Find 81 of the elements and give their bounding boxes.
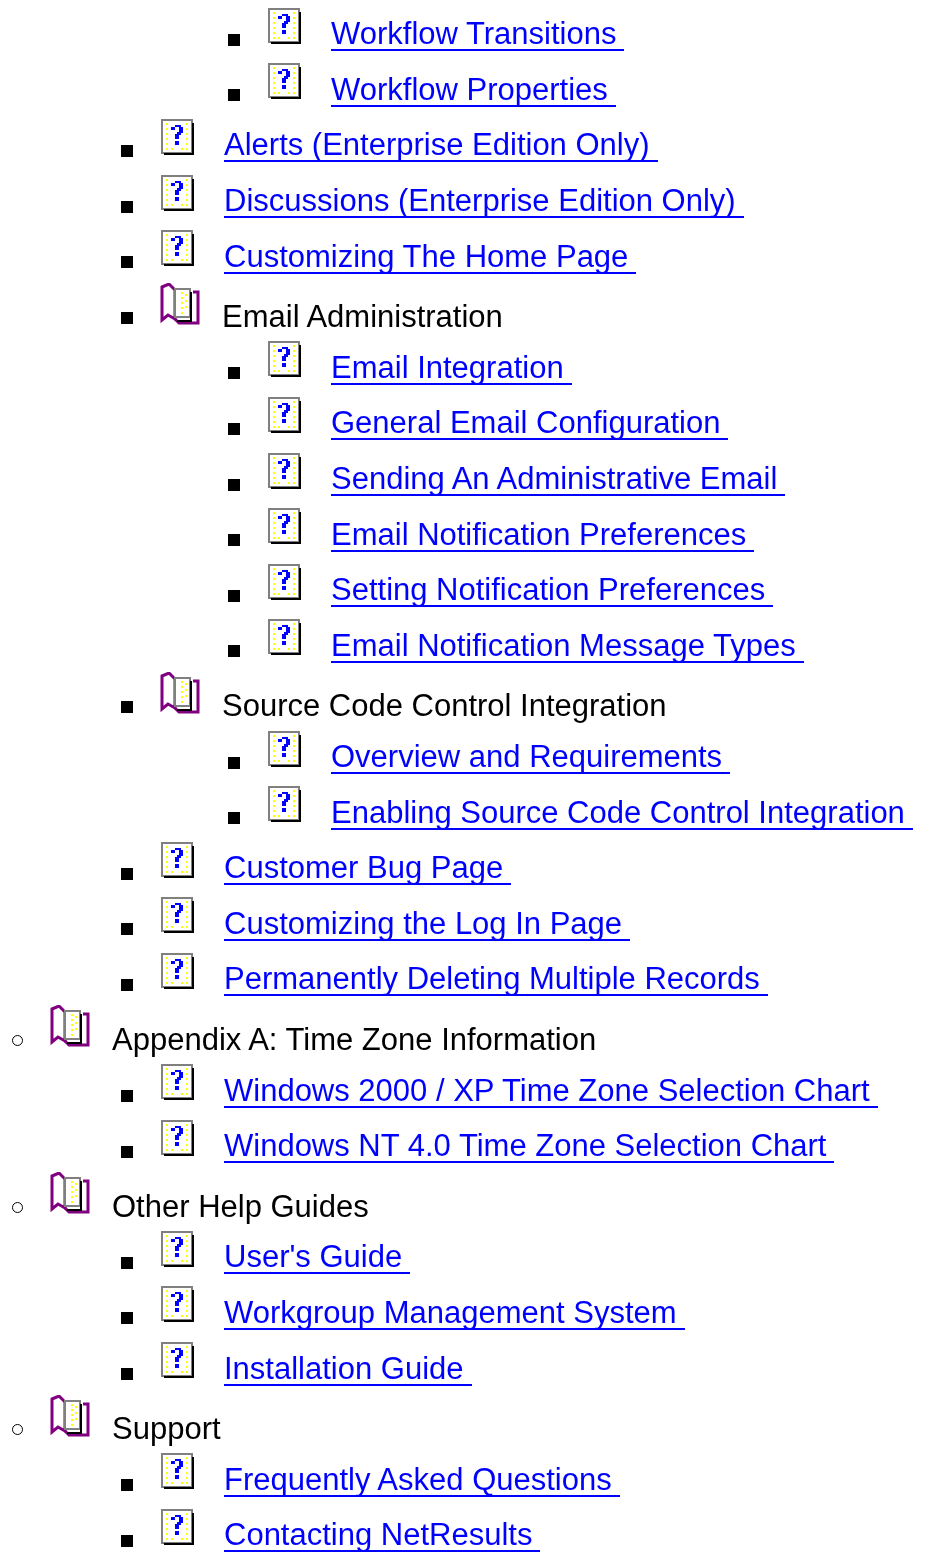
help-page-icon[interactable] bbox=[268, 786, 302, 823]
help-topic-link[interactable]: Frequently Asked Questions bbox=[224, 1463, 620, 1497]
help-topic-link[interactable]: Sending An Administrative Email bbox=[331, 463, 786, 497]
book-title: Support bbox=[112, 1413, 221, 1445]
bullet-icon bbox=[228, 756, 240, 769]
bullet-icon bbox=[121, 256, 133, 269]
help-page-icon[interactable] bbox=[268, 730, 302, 767]
help-page-icon[interactable] bbox=[268, 7, 302, 44]
book-title: Appendix A: Time Zone Information bbox=[112, 1024, 597, 1055]
help-topic-link[interactable]: Installation Guide bbox=[224, 1352, 472, 1386]
help-page-icon[interactable] bbox=[161, 174, 195, 211]
help-topic-link[interactable]: Windows 2000 / XP Time Zone Selection Chart bbox=[224, 1074, 878, 1108]
help-page-icon[interactable] bbox=[268, 341, 302, 378]
help-topic-link[interactable]: General Email Configuration bbox=[331, 407, 729, 441]
help-page-icon[interactable] bbox=[268, 396, 302, 433]
bullet-icon bbox=[228, 478, 240, 491]
bullet-icon bbox=[121, 1090, 133, 1103]
help-page-icon[interactable] bbox=[161, 841, 195, 878]
bullet-icon bbox=[228, 422, 240, 435]
bullet-icon bbox=[121, 1368, 133, 1381]
help-page-icon[interactable] bbox=[161, 1342, 195, 1379]
help-topic-link[interactable]: Workflow Properties bbox=[331, 73, 616, 107]
book-icon[interactable] bbox=[49, 1005, 91, 1048]
bullet-icon bbox=[228, 33, 240, 46]
bullet-icon bbox=[121, 700, 133, 713]
help-topic-link[interactable]: Customizing the Log In Page bbox=[224, 907, 631, 941]
book-title: Email Administration bbox=[222, 301, 503, 333]
help-page-icon[interactable] bbox=[161, 1230, 195, 1267]
bullet-icon bbox=[121, 1479, 133, 1492]
book-icon[interactable] bbox=[159, 282, 201, 325]
book-icon[interactable] bbox=[49, 1172, 91, 1215]
help-page-icon[interactable] bbox=[161, 119, 195, 155]
bullet-icon bbox=[228, 589, 240, 602]
book-title: Other Help Guides bbox=[112, 1190, 369, 1222]
bullet-icon bbox=[228, 812, 240, 825]
help-topic-link[interactable]: Setting Notification Preferences bbox=[331, 574, 774, 608]
help-topic-link[interactable]: User's Guide bbox=[224, 1241, 411, 1275]
help-page-icon[interactable] bbox=[161, 230, 195, 267]
help-topic-link[interactable]: Windows NT 4.0 Time Zone Selection Chart bbox=[224, 1130, 835, 1164]
help-page-icon[interactable] bbox=[161, 1119, 195, 1156]
help-topic-link[interactable]: Alerts (Enterprise Edition Only) bbox=[224, 129, 658, 163]
help-topic-link[interactable]: Permanently Deleting Multiple Records bbox=[224, 963, 768, 997]
help-page-icon[interactable] bbox=[268, 619, 302, 656]
help-page-icon[interactable] bbox=[161, 1453, 195, 1490]
bullet-icon bbox=[121, 145, 133, 157]
help-topic-link[interactable]: Discussions (Enterprise Edition Only) bbox=[224, 185, 744, 219]
bullet-icon bbox=[121, 923, 133, 936]
help-page-icon[interactable] bbox=[161, 897, 195, 934]
bullet-icon bbox=[228, 645, 240, 658]
bullet-icon bbox=[121, 1256, 133, 1269]
help-topic-link[interactable]: Email Integration bbox=[331, 351, 572, 385]
bullet-icon bbox=[121, 978, 133, 991]
help-topic-link[interactable]: Email Notification Preferences bbox=[331, 518, 755, 552]
help-topic-link[interactable]: Contacting NetResults bbox=[224, 1519, 541, 1553]
help-topic-link[interactable]: Email Notification Message Types bbox=[331, 629, 804, 663]
book-icon[interactable] bbox=[159, 671, 201, 714]
book-icon[interactable] bbox=[49, 1394, 91, 1437]
bullet-icon bbox=[228, 367, 240, 380]
help-page-icon[interactable] bbox=[268, 508, 302, 545]
help-topic-link[interactable]: Workgroup Management System bbox=[224, 1296, 685, 1330]
help-page-icon[interactable] bbox=[268, 452, 302, 489]
help-page-icon[interactable] bbox=[161, 1508, 195, 1545]
help-topic-link[interactable]: Overview and Requirements bbox=[331, 741, 731, 774]
bullet-icon bbox=[121, 867, 133, 880]
bullet-icon bbox=[228, 534, 240, 547]
bullet-icon bbox=[121, 311, 133, 324]
help-topic-link[interactable]: Workflow Transitions bbox=[331, 18, 625, 52]
bullet-icon bbox=[121, 1534, 133, 1547]
help-page-icon[interactable] bbox=[268, 563, 302, 600]
book-title: Source Code Control Integration bbox=[222, 690, 667, 722]
help-topic-link[interactable]: Customizing The Home Page bbox=[224, 240, 637, 274]
help-page-icon[interactable] bbox=[161, 952, 195, 989]
help-page-icon[interactable] bbox=[161, 1064, 195, 1101]
bullet-icon bbox=[121, 200, 133, 213]
help-page-icon[interactable] bbox=[268, 63, 302, 100]
help-topic-link[interactable]: Customer Bug Page bbox=[224, 852, 512, 886]
bullet-icon bbox=[121, 1145, 133, 1158]
help-page-icon[interactable] bbox=[161, 1286, 195, 1323]
bullet-icon bbox=[228, 89, 240, 102]
bullet-icon bbox=[121, 1312, 133, 1325]
help-topic-link[interactable]: Enabling Source Code Control Integration bbox=[331, 796, 913, 830]
